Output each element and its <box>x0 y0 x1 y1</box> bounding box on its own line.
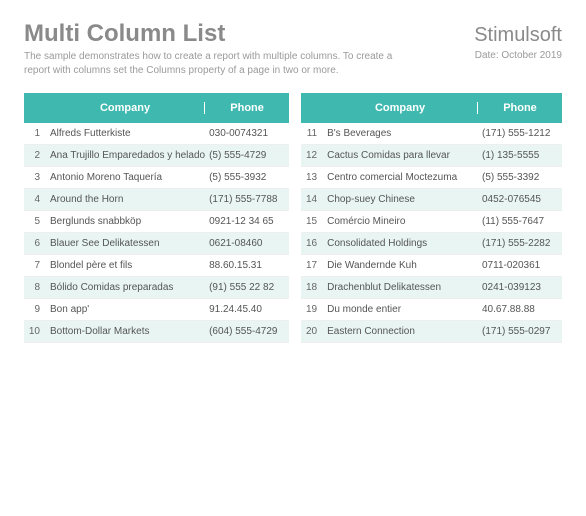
row-number: 8 <box>24 282 46 293</box>
row-number: 16 <box>301 238 323 249</box>
row-company: Blauer See Delikatessen <box>46 238 205 249</box>
row-company: Die Wandernde Kuh <box>323 260 478 271</box>
table-row: 3Antonio Moreno Taquería(5) 555-3932 <box>24 167 289 189</box>
row-phone: (171) 555-1212 <box>478 128 562 139</box>
row-company: Bólido Comidas preparadas <box>46 282 205 293</box>
table-row: 20Eastern Connection(171) 555-0297 <box>301 321 562 343</box>
row-company: Blondel père et fils <box>46 260 205 271</box>
row-company: Ana Trujillo Emparedados y helado <box>46 150 205 161</box>
row-number: 7 <box>24 260 46 271</box>
row-number: 3 <box>24 172 46 183</box>
header-company: Company <box>323 102 478 114</box>
row-company: Du monde entier <box>323 304 478 315</box>
row-phone: 0452-076545 <box>478 194 562 205</box>
table-row: 9Bon app'91.24.45.40 <box>24 299 289 321</box>
table-row: 13Centro comercial Moctezuma(5) 555-3392 <box>301 167 562 189</box>
row-number: 2 <box>24 150 46 161</box>
row-company: Comércio Mineiro <box>323 216 478 227</box>
row-number: 1 <box>24 128 46 139</box>
row-company: Bon app' <box>46 304 205 315</box>
table-row: 11B's Beverages(171) 555-1212 <box>301 123 562 145</box>
row-phone: (171) 555-2282 <box>478 238 562 249</box>
row-number: 6 <box>24 238 46 249</box>
row-number: 20 <box>301 326 323 337</box>
row-phone: 88.60.15.31 <box>205 260 289 271</box>
row-phone: 0621-08460 <box>205 238 289 249</box>
row-phone: (171) 555-0297 <box>478 326 562 337</box>
report-date: Date: October 2019 <box>475 50 562 61</box>
column-left: Company Phone 1Alfreds Futterkiste030-00… <box>24 93 289 343</box>
row-phone: (5) 555-3932 <box>205 172 289 183</box>
row-number: 17 <box>301 260 323 271</box>
table-body-right: 11B's Beverages(171) 555-121212Cactus Co… <box>301 123 562 343</box>
table-row: 17Die Wandernde Kuh0711-020361 <box>301 255 562 277</box>
row-company: Consolidated Holdings <box>323 238 478 249</box>
row-company: Bottom-Dollar Markets <box>46 326 205 337</box>
row-number: 11 <box>301 128 323 139</box>
table-row: 10Bottom-Dollar Markets(604) 555-4729 <box>24 321 289 343</box>
row-number: 19 <box>301 304 323 315</box>
row-number: 14 <box>301 194 323 205</box>
row-company: Cactus Comidas para llevar <box>323 150 478 161</box>
row-number: 12 <box>301 150 323 161</box>
row-company: Drachenblut Delikatessen <box>323 282 478 293</box>
table-row: 14Chop-suey Chinese0452-076545 <box>301 189 562 211</box>
table-row: 18Drachenblut Delikatessen0241-039123 <box>301 277 562 299</box>
row-phone: 0241-039123 <box>478 282 562 293</box>
row-phone: (5) 555-4729 <box>205 150 289 161</box>
table-row: 5Berglunds snabbköp0921-12 34 65 <box>24 211 289 233</box>
row-number: 15 <box>301 216 323 227</box>
table-row: 16Consolidated Holdings(171) 555-2282 <box>301 233 562 255</box>
table-row: 19Du monde entier40.67.88.88 <box>301 299 562 321</box>
row-phone: (171) 555-7788 <box>205 194 289 205</box>
row-company: Around the Horn <box>46 194 205 205</box>
row-phone: 40.67.88.88 <box>478 304 562 315</box>
row-phone: 0921-12 34 65 <box>205 216 289 227</box>
row-company: Alfreds Futterkiste <box>46 128 205 139</box>
table-row: 1Alfreds Futterkiste030-0074321 <box>24 123 289 145</box>
column-right: Company Phone 11B's Beverages(171) 555-1… <box>301 93 562 343</box>
report-columns: Company Phone 1Alfreds Futterkiste030-00… <box>24 93 562 343</box>
table-row: 8Bólido Comidas preparadas(91) 555 22 82 <box>24 277 289 299</box>
header-company: Company <box>46 102 205 114</box>
table-row: 15Comércio Mineiro(11) 555-7647 <box>301 211 562 233</box>
row-company: Eastern Connection <box>323 326 478 337</box>
row-number: 9 <box>24 304 46 315</box>
row-phone: 0711-020361 <box>478 260 562 271</box>
row-company: B's Beverages <box>323 128 478 139</box>
row-phone: (11) 555-7647 <box>478 216 562 227</box>
table-row: 2Ana Trujillo Emparedados y helado(5) 55… <box>24 145 289 167</box>
row-phone: (604) 555-4729 <box>205 326 289 337</box>
table-row: 7Blondel père et fils88.60.15.31 <box>24 255 289 277</box>
row-number: 13 <box>301 172 323 183</box>
row-phone: (5) 555-3392 <box>478 172 562 183</box>
header-phone: Phone <box>205 102 289 114</box>
table-body-left: 1Alfreds Futterkiste030-00743212Ana Truj… <box>24 123 289 343</box>
row-company: Chop-suey Chinese <box>323 194 478 205</box>
row-company: Berglunds snabbköp <box>46 216 205 227</box>
table-row: 12Cactus Comidas para llevar(1) 135-5555 <box>301 145 562 167</box>
row-number: 5 <box>24 216 46 227</box>
table-header: Company Phone <box>24 93 289 123</box>
row-number: 4 <box>24 194 46 205</box>
row-company: Antonio Moreno Taquería <box>46 172 205 183</box>
table-header: Company Phone <box>301 93 562 123</box>
row-number: 18 <box>301 282 323 293</box>
header-phone: Phone <box>478 102 562 114</box>
row-phone: (91) 555 22 82 <box>205 282 289 293</box>
brand-name: Stimulsoft <box>474 24 562 47</box>
table-row: 4Around the Horn(171) 555-7788 <box>24 189 289 211</box>
row-number: 10 <box>24 326 46 337</box>
row-company: Centro comercial Moctezuma <box>323 172 478 183</box>
row-phone: 91.24.45.40 <box>205 304 289 315</box>
page-title: Multi Column List <box>24 20 225 48</box>
row-phone: (1) 135-5555 <box>478 150 562 161</box>
page-description: The sample demonstrates how to create a … <box>24 50 404 77</box>
table-row: 6Blauer See Delikatessen0621-08460 <box>24 233 289 255</box>
row-phone: 030-0074321 <box>205 128 289 139</box>
